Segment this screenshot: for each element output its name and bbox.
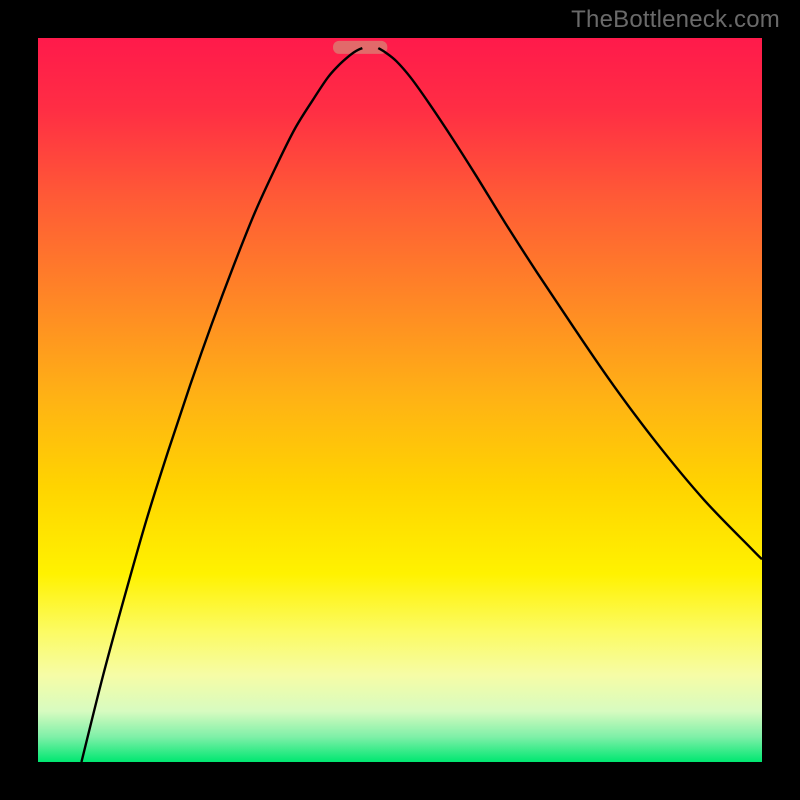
gradient-backdrop	[38, 38, 762, 762]
outer-frame: TheBottleneck.com	[0, 0, 800, 800]
bottleneck-chart	[38, 38, 762, 762]
watermark-text: TheBottleneck.com	[571, 6, 780, 34]
